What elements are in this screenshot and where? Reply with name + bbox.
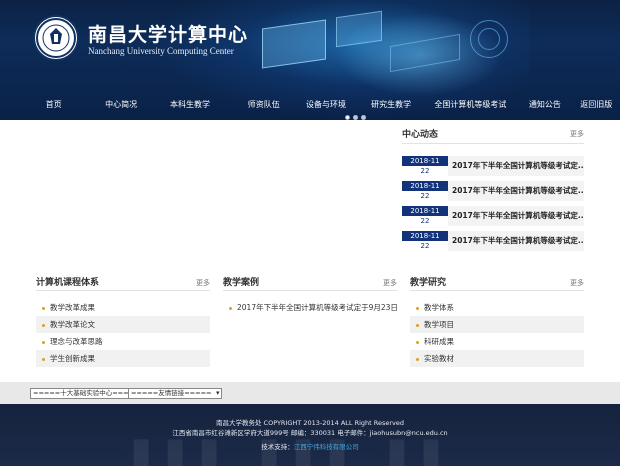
news-date-badge: 2018-11 22 [402,206,448,226]
university-logo[interactable] [33,15,79,61]
bullet-icon [416,357,419,361]
slider-dots [345,115,366,120]
news-title-link[interactable]: 2017年下半年全国计算机等级考试定... [448,231,584,251]
nav-item-notices[interactable]: 通知公告 [521,94,568,116]
news-item[interactable]: 2018-11 22 2017年下半年全国计算机等级考试定... [402,231,584,251]
news-date-month: 2018-11 [402,206,448,216]
banner-deco-circle [478,28,500,50]
news-date-badge: 2018-11 22 [402,231,448,251]
news-item[interactable]: 2018-11 22 2017年下半年全国计算机等级考试定... [402,206,584,226]
news-title-link[interactable]: 2017年下半年全国计算机等级考试定... [448,181,584,201]
nav-item-faculty[interactable]: 师资队伍 [241,94,287,116]
list-item-label: 教学项目 [424,320,454,329]
news-list: 2018-11 22 2017年下半年全国计算机等级考试定... 2018-11… [402,156,584,251]
nav-item-old-version[interactable]: 返回旧版 [573,94,620,116]
footer-support-label: 技术支持： [261,443,294,451]
teaching-research-panel: 教学研究 更多 教学体系 教学项目 科研成果 实验教材 [410,275,584,367]
center-news-panel: 中心动态 更多 2018-11 22 2017年下半年全国计算机等级考试定...… [402,126,584,256]
news-title-link[interactable]: 2017年下半年全国计算机等级考试定... [448,156,584,176]
list-item[interactable]: 教学改革论文 [36,316,210,333]
news-date-month: 2018-11 [402,156,448,166]
main-nav: 首页 中心简况 本科生教学 师资队伍 设备与环境 研究生教学 全国计算机等级考试… [0,94,620,116]
teaching-cases-list: 2017年下半年全国计算机等级考试定于9月23日在... [223,299,397,316]
teaching-research-title: 教学研究 [410,278,447,288]
news-date-month: 2018-11 [402,181,448,191]
nav-item-graduate[interactable]: 研究生教学 [365,94,418,116]
news-panel-title: 中心动态 [402,130,439,140]
course-system-more-link[interactable]: 更多 [196,278,210,288]
bullet-icon [416,306,419,310]
bullet-icon [42,306,45,310]
nav-item-about[interactable]: 中心简况 [99,94,143,116]
university-seal-icon [36,18,76,58]
teaching-research-more-link[interactable]: 更多 [570,278,584,288]
teaching-cases-more-link[interactable]: 更多 [383,278,397,288]
list-item-label: 学生创新成果 [50,354,95,363]
news-date-month: 2018-11 [402,231,448,241]
banner-slider[interactable] [0,115,396,260]
news-date-badge: 2018-11 22 [402,156,448,176]
course-system-list: 教学改革成果 教学改革论文 理念与改革思路 学生创新成果 [36,299,210,367]
list-item-label: 教学改革论文 [50,320,95,329]
list-item[interactable]: 教学改革成果 [36,299,210,316]
list-item[interactable]: 2017年下半年全国计算机等级考试定于9月23日在... [223,299,397,316]
list-item[interactable]: 学生创新成果 [36,350,210,367]
list-item-label: 2017年下半年全国计算机等级考试定于9月23日在... [237,303,397,312]
news-title-link[interactable]: 2017年下半年全国计算机等级考试定... [448,206,584,226]
list-item[interactable]: 教学项目 [410,316,584,333]
footer-support-link[interactable]: 江西宁伟科技有限公司 [294,443,359,451]
news-more-link[interactable]: 更多 [570,129,584,139]
news-date-day: 22 [402,241,448,251]
bullet-icon [416,340,419,344]
site-title: 南昌大学计算中心 [88,24,249,46]
nav-item-undergrad[interactable]: 本科生教学 [153,94,227,116]
list-item-label: 教学体系 [424,303,454,312]
footer-support: 技术支持：江西宁伟科技有限公司 [0,441,620,451]
course-system-title: 计算机课程体系 [36,278,100,288]
teaching-research-list: 教学体系 教学项目 科研成果 实验教材 [410,299,584,367]
nav-item-equipment[interactable]: 设备与环境 [298,94,355,116]
news-date-day: 22 [402,191,448,201]
nav-item-ncre[interactable]: 全国计算机等级考试 [428,94,513,116]
footer-copyright: 南昌大学教务处 COPYRIGHT 2013-2014 ALL Right Re… [215,419,405,427]
bullet-icon [42,323,45,327]
teaching-cases-title: 教学案例 [223,278,260,288]
list-item-label: 教学改革成果 [50,303,95,312]
slider-dot-3[interactable] [361,115,366,120]
slider-dot-1[interactable] [345,115,350,120]
footer-address: 江西省南昌市红谷滩新区学府大道999号 邮编：330031 电子邮件：jiaoh… [172,429,448,437]
news-item[interactable]: 2018-11 22 2017年下半年全国计算机等级考试定... [402,156,584,176]
list-item-label: 科研成果 [424,337,454,346]
bullet-icon [42,357,45,361]
nav-item-home[interactable]: 首页 [0,94,107,116]
bullet-icon [229,306,232,310]
site-subtitle: Nanchang University Computing Center [88,46,234,56]
site-footer: ▮▮▮ ▮▮▮ ▮▮ 南昌大学教务处 COPYRIGHT 2013-2014 A… [0,404,620,466]
teaching-cases-panel: 教学案例 更多 2017年下半年全国计算机等级考试定于9月23日在... [223,275,397,316]
list-item[interactable]: 教学体系 [410,299,584,316]
news-date-day: 22 [402,166,448,176]
friendly-links-select[interactable]: =====友情链接===== [128,388,223,399]
news-panel-header: 中心动态 更多 [402,126,584,144]
list-item[interactable]: 理念与改革思路 [36,333,210,350]
course-system-header: 计算机课程体系 更多 [36,275,210,291]
list-item[interactable]: 实验教材 [410,350,584,367]
teaching-research-header: 教学研究 更多 [410,275,584,291]
site-header: 南昌大学计算中心 Nanchang University Computing C… [0,0,620,120]
bullet-icon [416,323,419,327]
news-item[interactable]: 2018-11 22 2017年下半年全国计算机等级考试定... [402,181,584,201]
slider-dot-2[interactable] [353,115,358,120]
list-item-label: 理念与改革思路 [50,337,103,346]
news-date-day: 22 [402,216,448,226]
links-bar: =====十大基础实验中心===== =====友情链接===== [0,382,620,404]
bullet-icon [42,340,45,344]
news-date-badge: 2018-11 22 [402,181,448,201]
course-system-panel: 计算机课程体系 更多 教学改革成果 教学改革论文 理念与改革思路 学生创新成果 [36,275,210,367]
list-item-label: 实验教材 [424,354,454,363]
teaching-cases-header: 教学案例 更多 [223,275,397,291]
list-item[interactable]: 科研成果 [410,333,584,350]
